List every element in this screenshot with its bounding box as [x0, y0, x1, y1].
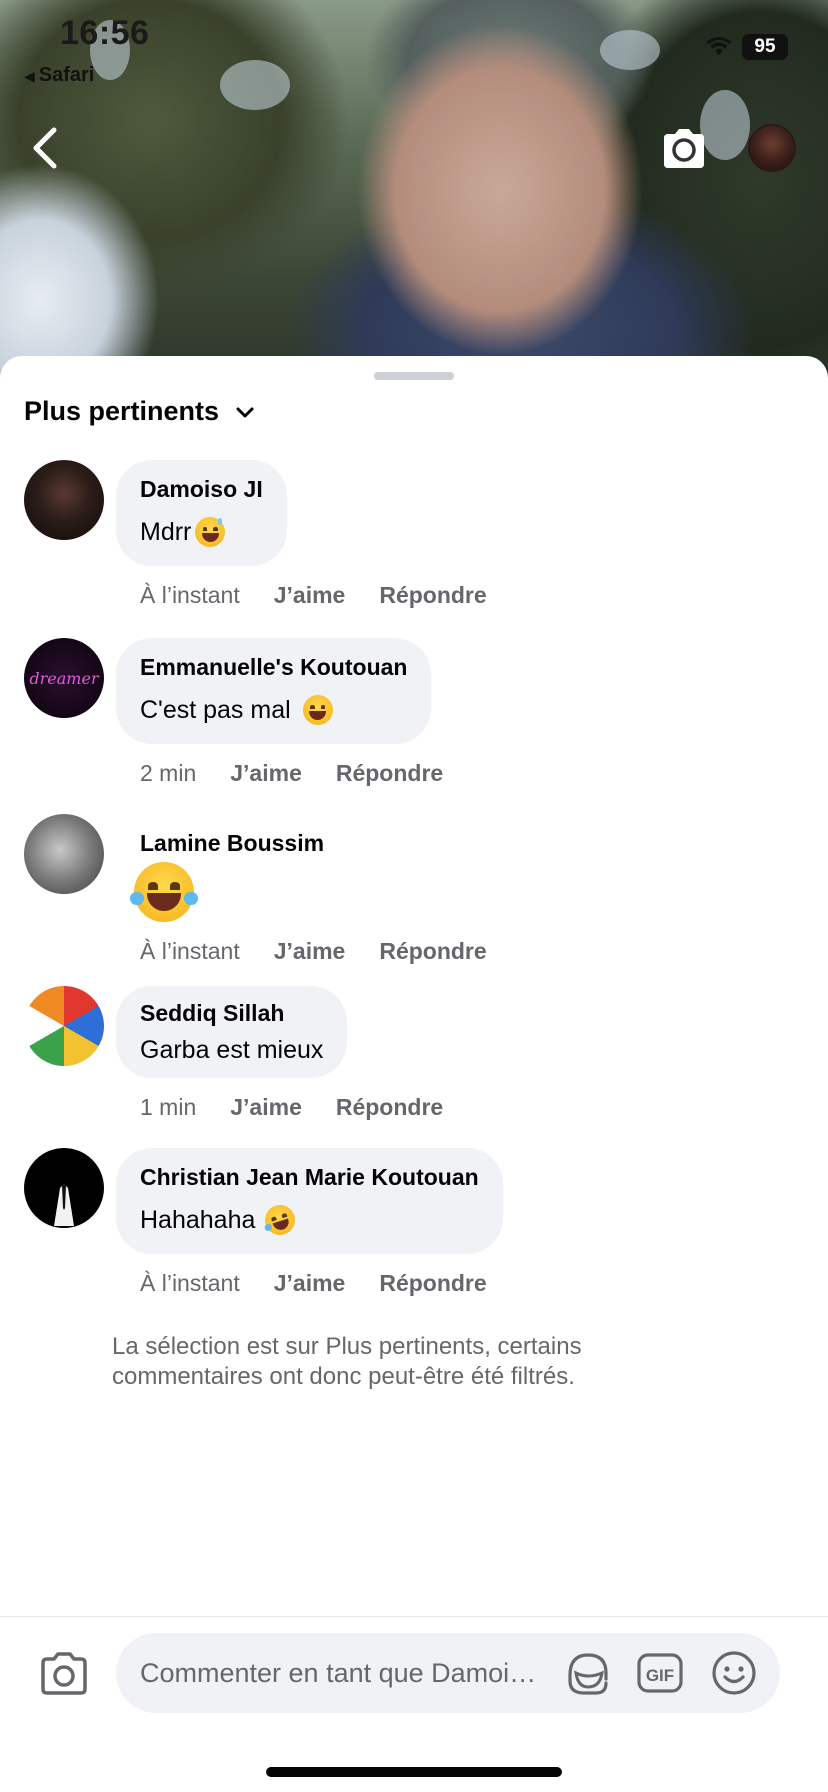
wifi-icon [706, 37, 732, 55]
comment-text-row: Hahahaha [140, 1201, 479, 1239]
home-indicator[interactable] [266, 1767, 562, 1777]
comment-author[interactable]: Seddiq Sillah [140, 998, 323, 1028]
comment-meta: 1 min J’aime Répondre [140, 1094, 443, 1121]
status-indicators: 95 [706, 34, 788, 60]
avatar[interactable]: dreamer [24, 638, 104, 718]
filter-note: La sélection est sur Plus pertinents, ce… [112, 1333, 582, 1390]
foliage-highlight [220, 60, 290, 110]
comment-time: À l’instant [140, 1270, 240, 1296]
reply-button[interactable]: Répondre [379, 1270, 486, 1297]
comment-text-row: Mdrr [140, 514, 263, 550]
comment-bubble[interactable]: Emmanuelle's Koutouan C'est pas mal [116, 638, 432, 744]
back-triangle-icon: ◀ [24, 68, 35, 84]
like-button[interactable]: J’aime [274, 1270, 346, 1297]
sheet-grabber[interactable] [374, 372, 454, 380]
chevron-down-icon [236, 407, 254, 417]
battery-icon: 95 [742, 34, 788, 60]
comment-time: 2 min [140, 760, 197, 786]
avatar[interactable] [24, 460, 104, 540]
camera-icon[interactable] [660, 126, 708, 170]
comment-time: 1 min [140, 1094, 197, 1120]
comment-text: Garba est mieux [140, 1036, 324, 1064]
comment-author[interactable]: Lamine Boussim [140, 828, 324, 858]
comment-meta: À l’instant J’aime Répondre [140, 1270, 487, 1297]
comment-time: À l’instant [140, 582, 240, 608]
comment-input-box[interactable]: GIF [116, 1633, 780, 1713]
svg-text:dreamer: dreamer [29, 669, 100, 688]
back-to-app-link[interactable]: ◀ Safari [24, 64, 94, 87]
comment-author[interactable]: Damoiso JI [140, 474, 263, 504]
foliage-highlight [600, 30, 660, 70]
comment-meta: 2 min J’aime Répondre [140, 760, 443, 787]
comment-text-row: Garba est mieux [140, 1032, 323, 1068]
dreamer-neon-logo: dreamer [29, 669, 100, 688]
comment-meta: À l’instant J’aime Répondre [140, 938, 487, 965]
comment-bubble[interactable]: Seddiq Sillah Garba est mieux [116, 986, 348, 1078]
reply-button[interactable]: Répondre [379, 938, 486, 965]
reply-button[interactable]: Répondre [336, 1094, 443, 1121]
comment-text: Mdrr [140, 518, 192, 546]
comment-text-row [130, 862, 324, 922]
comment-time: À l’instant [140, 938, 240, 964]
comment-author[interactable]: Emmanuelle's Koutouan [140, 652, 407, 682]
laughing-squint-emoji-icon [302, 695, 333, 725]
comments-sheet: Plus pertinents Damoiso JI Mdrr À l’inst… [0, 356, 828, 1792]
reply-button[interactable]: Répondre [336, 760, 443, 787]
comment-bubble[interactable]: Damoiso JI Mdrr [116, 460, 287, 566]
comment-input[interactable] [140, 1633, 580, 1713]
comment-bubble[interactable]: Christian Jean Marie Koutouan Hahahaha [116, 1148, 503, 1254]
sort-selector[interactable]: Plus pertinents [24, 396, 257, 427]
profile-avatar[interactable] [748, 124, 796, 172]
avatar-sticker-icon[interactable] [562, 1649, 612, 1697]
comment-text-row: C'est pas mal [140, 692, 407, 728]
status-time: 16:56 [60, 14, 150, 52]
back-app-label: Safari [38, 64, 95, 86]
gif-icon[interactable]: GIF [636, 1649, 684, 1697]
rolling-laughing-emoji-icon [261, 1201, 300, 1239]
reply-button[interactable]: Répondre [379, 582, 486, 609]
avatar[interactable] [24, 1148, 104, 1228]
comment-meta: À l’instant J’aime Répondre [140, 582, 487, 609]
suit-silhouette-icon [54, 1184, 74, 1226]
comment-text: Hahahaha [140, 1206, 256, 1234]
gif-label: GIF [646, 1666, 674, 1685]
tears-of-joy-emoji-icon [130, 862, 198, 922]
comment-bubble[interactable]: Lamine Boussim [116, 814, 348, 938]
avatar[interactable] [24, 986, 104, 1066]
like-button[interactable]: J’aime [274, 938, 346, 965]
comment-text: C'est pas mal [140, 696, 291, 724]
camera-icon[interactable] [38, 1649, 90, 1697]
like-button[interactable]: J’aime [274, 582, 346, 609]
sort-label: Plus pertinents [24, 396, 220, 426]
avatar[interactable] [24, 814, 104, 894]
comment-composer: GIF [0, 1616, 828, 1792]
video-background [0, 0, 828, 400]
chevron-left-icon[interactable] [26, 124, 66, 172]
comment-author[interactable]: Christian Jean Marie Koutouan [140, 1162, 479, 1192]
like-button[interactable]: J’aime [230, 760, 302, 787]
like-button[interactable]: J’aime [230, 1094, 302, 1121]
emoji-icon[interactable] [710, 1649, 758, 1697]
grinning-sweat-emoji-icon [195, 517, 226, 547]
